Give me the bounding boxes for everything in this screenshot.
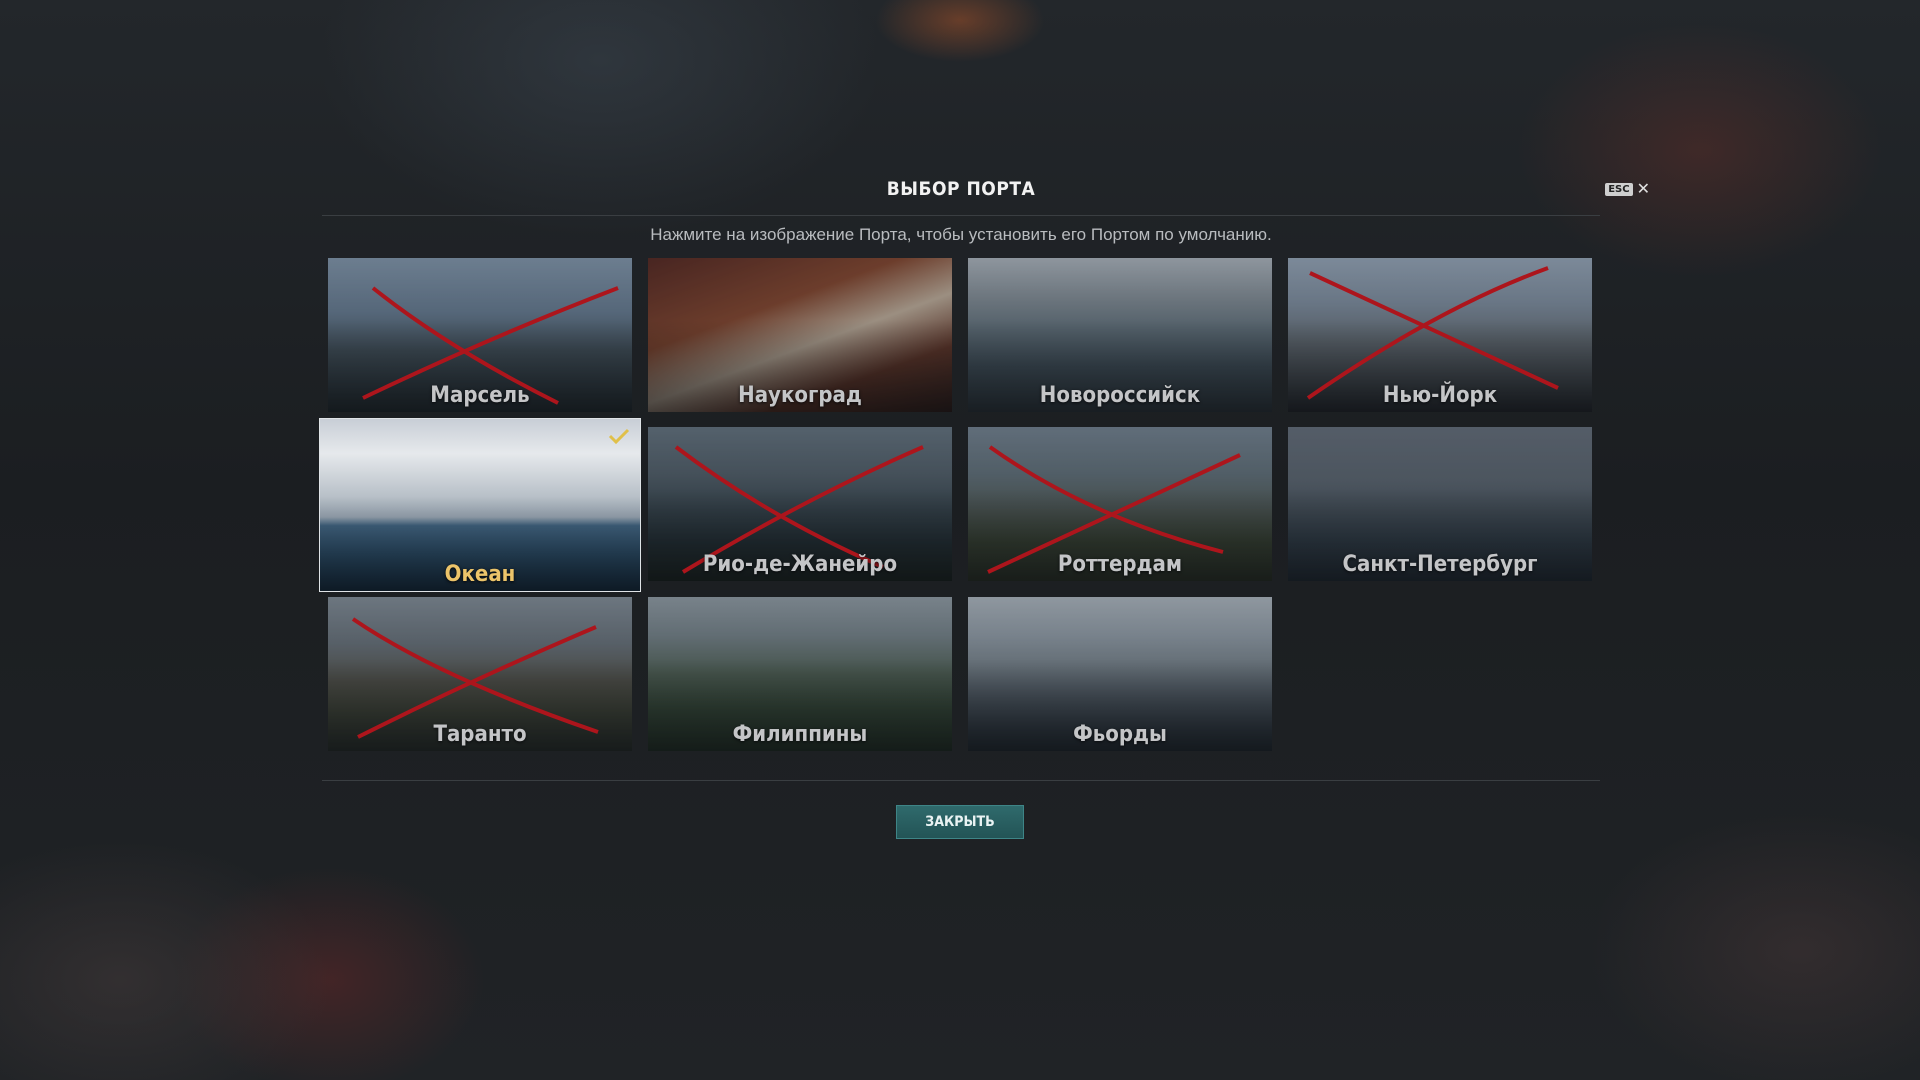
card-shade bbox=[328, 658, 632, 751]
port-card-marseille[interactable]: Марсель bbox=[328, 258, 632, 412]
port-card-rotterdam[interactable]: Роттердам bbox=[968, 427, 1272, 581]
port-card-taranto[interactable]: Таранто bbox=[328, 597, 632, 751]
port-name: Рио-де-Жанейро bbox=[702, 552, 898, 577]
card-shade bbox=[648, 658, 952, 751]
header-divider bbox=[322, 215, 1600, 216]
port-card-new-york[interactable]: Нью-Йорк bbox=[1288, 258, 1592, 412]
port-card-philippines[interactable]: Филиппины bbox=[648, 597, 952, 751]
port-card-ocean[interactable]: Океан bbox=[319, 418, 641, 592]
port-name: Марсель bbox=[430, 383, 530, 408]
port-name: Роттердам bbox=[1057, 552, 1183, 577]
card-shade bbox=[648, 488, 952, 581]
cross-mark-icon bbox=[362, 286, 619, 405]
card-shade bbox=[648, 319, 952, 412]
dialog-subtitle: Нажмите на изображение Порта, чтобы уста… bbox=[650, 225, 1272, 244]
close-icon[interactable]: ✕ bbox=[1637, 181, 1650, 197]
card-shade bbox=[328, 319, 632, 412]
card-shade bbox=[968, 488, 1272, 581]
port-selection-dialog: ВЫБОР ПОРТА ESC ✕ Нажмите на изображение… bbox=[319, 160, 1650, 850]
port-card-novorossiysk[interactable]: Новороссийск bbox=[968, 258, 1272, 412]
cross-mark-icon bbox=[674, 445, 924, 574]
port-name: Наукоград bbox=[738, 383, 862, 408]
dialog-title: ВЫБОР ПОРТА bbox=[886, 178, 1036, 200]
port-name: Новороссийск bbox=[1039, 383, 1201, 408]
card-shade bbox=[968, 319, 1272, 412]
cross-mark-icon bbox=[1306, 266, 1559, 400]
port-name: Океан bbox=[444, 562, 516, 587]
cross-mark-icon bbox=[987, 445, 1241, 574]
checkmark-icon bbox=[608, 428, 630, 445]
card-shade bbox=[968, 658, 1272, 751]
port-name: Санкт-Петербург bbox=[1342, 552, 1538, 577]
card-shade bbox=[1288, 488, 1592, 581]
card-shade bbox=[1288, 319, 1592, 412]
port-name: Фьорды bbox=[1073, 722, 1167, 747]
esc-key-badge: ESC bbox=[1605, 182, 1633, 196]
port-name: Нью-Йорк bbox=[1382, 383, 1498, 408]
close-button[interactable]: ЗАКРЫТЬ bbox=[896, 805, 1024, 839]
port-card-saint-petersburg[interactable]: Санкт-Петербург bbox=[1288, 427, 1592, 581]
port-card-naukograd[interactable]: Наукоград bbox=[648, 258, 952, 412]
port-card-rio-de-janeiro[interactable]: Рио-де-Жанейро bbox=[648, 427, 952, 581]
port-name: Филиппины bbox=[732, 722, 868, 747]
port-name: Таранто bbox=[433, 722, 527, 747]
footer-divider bbox=[322, 780, 1600, 781]
port-card-fjords[interactable]: Фьорды bbox=[968, 597, 1272, 751]
esc-close-control[interactable]: ESC ✕ bbox=[1605, 181, 1650, 197]
cross-mark-icon bbox=[351, 617, 599, 739]
